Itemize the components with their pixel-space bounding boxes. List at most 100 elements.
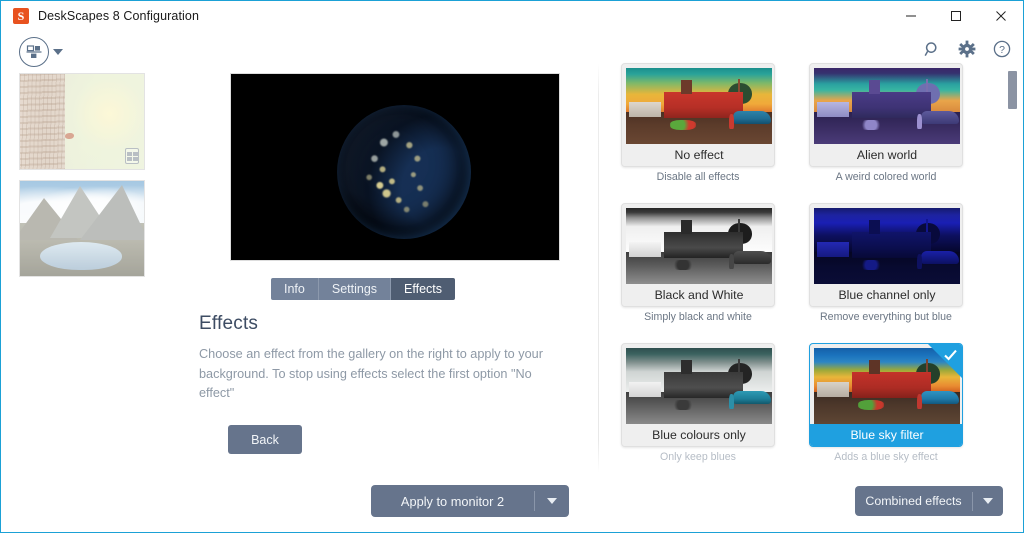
tower-art bbox=[869, 360, 880, 374]
flower-art bbox=[857, 400, 885, 411]
effect-title: Alien world bbox=[810, 144, 962, 166]
effect-title: Blue colours only bbox=[622, 424, 774, 446]
monitor-thumbnail-sidebar bbox=[1, 73, 199, 532]
chevron-down-icon bbox=[983, 498, 993, 504]
side-building-art bbox=[628, 242, 662, 257]
side-building-art bbox=[628, 102, 662, 117]
diner-artwork bbox=[626, 68, 772, 144]
sidebar-thumbnail-1[interactable] bbox=[19, 73, 145, 170]
apply-dropdown-button[interactable] bbox=[535, 498, 569, 504]
car-art bbox=[732, 390, 771, 405]
effect-card: Black and White bbox=[621, 203, 775, 307]
combined-effects-label: Combined effects bbox=[865, 494, 962, 508]
effect-thumbnail bbox=[626, 208, 772, 284]
flower-art bbox=[857, 120, 885, 131]
flower-art bbox=[669, 400, 697, 411]
page-title: Effects bbox=[199, 313, 259, 334]
effect-thumbnail bbox=[814, 68, 960, 144]
side-building-art bbox=[628, 382, 662, 397]
effect-tile-blue-sky-filter[interactable]: Blue sky filter Adds a blue sky effect bbox=[809, 343, 963, 467]
check-icon bbox=[943, 348, 958, 368]
tower-art bbox=[869, 80, 880, 94]
window-title: DeskScapes 8 Configuration bbox=[38, 9, 200, 23]
effect-card: No effect bbox=[621, 63, 775, 167]
person-art bbox=[729, 113, 735, 129]
search-icon[interactable] bbox=[924, 41, 941, 58]
apply-to-monitor-button[interactable]: Apply to monitor 2 bbox=[371, 485, 569, 517]
gear-icon[interactable] bbox=[958, 40, 976, 58]
effect-card: Alien world bbox=[809, 63, 963, 167]
effect-card: Blue channel only bbox=[809, 203, 963, 307]
effect-thumbnail bbox=[626, 68, 772, 144]
background-preview[interactable] bbox=[230, 73, 560, 261]
tower-art bbox=[681, 220, 692, 234]
effects-gallery: No effect Disable all effects Alien worl… bbox=[621, 63, 993, 473]
diner-artwork bbox=[814, 208, 960, 284]
center-panel: Info Settings Effects Effects Choose an … bbox=[199, 73, 597, 532]
thumbnail-overlay bbox=[20, 181, 144, 276]
gallery-scrollbar[interactable] bbox=[1008, 71, 1017, 471]
tab-info[interactable]: Info bbox=[271, 278, 319, 300]
tower-art bbox=[681, 360, 692, 374]
minimize-button[interactable] bbox=[888, 1, 933, 31]
effect-tile-alien-world[interactable]: Alien world A weird colored world bbox=[809, 63, 963, 187]
deskscapes-window: DeskScapes 8 Configuration bbox=[0, 0, 1024, 533]
effect-subtitle: A weird colored world bbox=[835, 171, 937, 183]
help-icon[interactable]: ? bbox=[993, 40, 1011, 58]
svg-text:?: ? bbox=[999, 44, 1005, 56]
tower-art bbox=[869, 220, 880, 234]
window-controls bbox=[888, 1, 1023, 31]
app-logo-icon bbox=[13, 8, 29, 24]
effect-tile-blue-colours-only[interactable]: Blue colours only Only keep blues bbox=[621, 343, 775, 467]
tower-art bbox=[681, 80, 692, 94]
tab-settings[interactable]: Settings bbox=[318, 278, 392, 300]
effect-tile-black-and-white[interactable]: Black and White Simply black and white bbox=[621, 203, 775, 327]
effect-title: No effect bbox=[622, 144, 774, 166]
side-building-art bbox=[816, 102, 850, 117]
effect-subtitle: Adds a blue sky effect bbox=[834, 451, 938, 463]
side-building-art bbox=[816, 382, 850, 397]
effect-title: Blue sky filter bbox=[810, 424, 962, 446]
diner-artwork bbox=[626, 208, 772, 284]
tab-bar: Info Settings Effects bbox=[271, 278, 456, 300]
scrollbar-thumb[interactable] bbox=[1008, 71, 1017, 109]
car-art bbox=[732, 110, 771, 125]
toolbar-icons: ? bbox=[924, 40, 1011, 58]
tree-background-thumbnail bbox=[20, 74, 144, 169]
combined-effects-dropdown-button[interactable] bbox=[973, 498, 1003, 504]
earth-at-night-preview bbox=[337, 105, 471, 239]
side-building-art bbox=[816, 242, 850, 257]
monitor-badge-icon bbox=[125, 148, 139, 164]
flower-art bbox=[669, 260, 697, 271]
diner-artwork bbox=[814, 68, 960, 144]
title-bar: DeskScapes 8 Configuration bbox=[1, 1, 1023, 31]
back-button[interactable]: Back bbox=[228, 425, 302, 454]
effect-thumbnail bbox=[626, 348, 772, 424]
earth-limb-art bbox=[337, 105, 471, 239]
person-art bbox=[917, 253, 923, 269]
close-button[interactable] bbox=[978, 1, 1023, 31]
flower-art bbox=[669, 120, 697, 131]
tab-effects[interactable]: Effects bbox=[391, 278, 456, 300]
page-description: Choose an effect from the gallery on the… bbox=[199, 347, 543, 400]
combined-effects-button[interactable]: Combined effects bbox=[855, 486, 1003, 516]
effect-tile-blue-channel-only[interactable]: Blue channel only Remove everything but … bbox=[809, 203, 963, 327]
car-art bbox=[920, 390, 959, 405]
mountain-lake-background-thumbnail bbox=[20, 181, 144, 276]
effect-subtitle: Simply black and white bbox=[644, 311, 752, 323]
monitor-picker-button[interactable] bbox=[19, 37, 63, 67]
diner-artwork bbox=[626, 348, 772, 424]
flower-art bbox=[857, 260, 885, 271]
sidebar-thumbnail-2[interactable] bbox=[19, 180, 145, 277]
effect-card: Blue colours only bbox=[621, 343, 775, 447]
effect-tile-no-effect[interactable]: No effect Disable all effects bbox=[621, 63, 775, 187]
chevron-down-icon bbox=[53, 49, 63, 55]
maximize-button[interactable] bbox=[933, 1, 978, 31]
effect-title: Blue channel only bbox=[810, 284, 962, 306]
person-art bbox=[729, 393, 735, 409]
effect-title: Black and White bbox=[622, 284, 774, 306]
person-art bbox=[729, 253, 735, 269]
monitor-layout-icon bbox=[19, 37, 49, 67]
person-art bbox=[917, 113, 923, 129]
car-art bbox=[732, 250, 771, 265]
